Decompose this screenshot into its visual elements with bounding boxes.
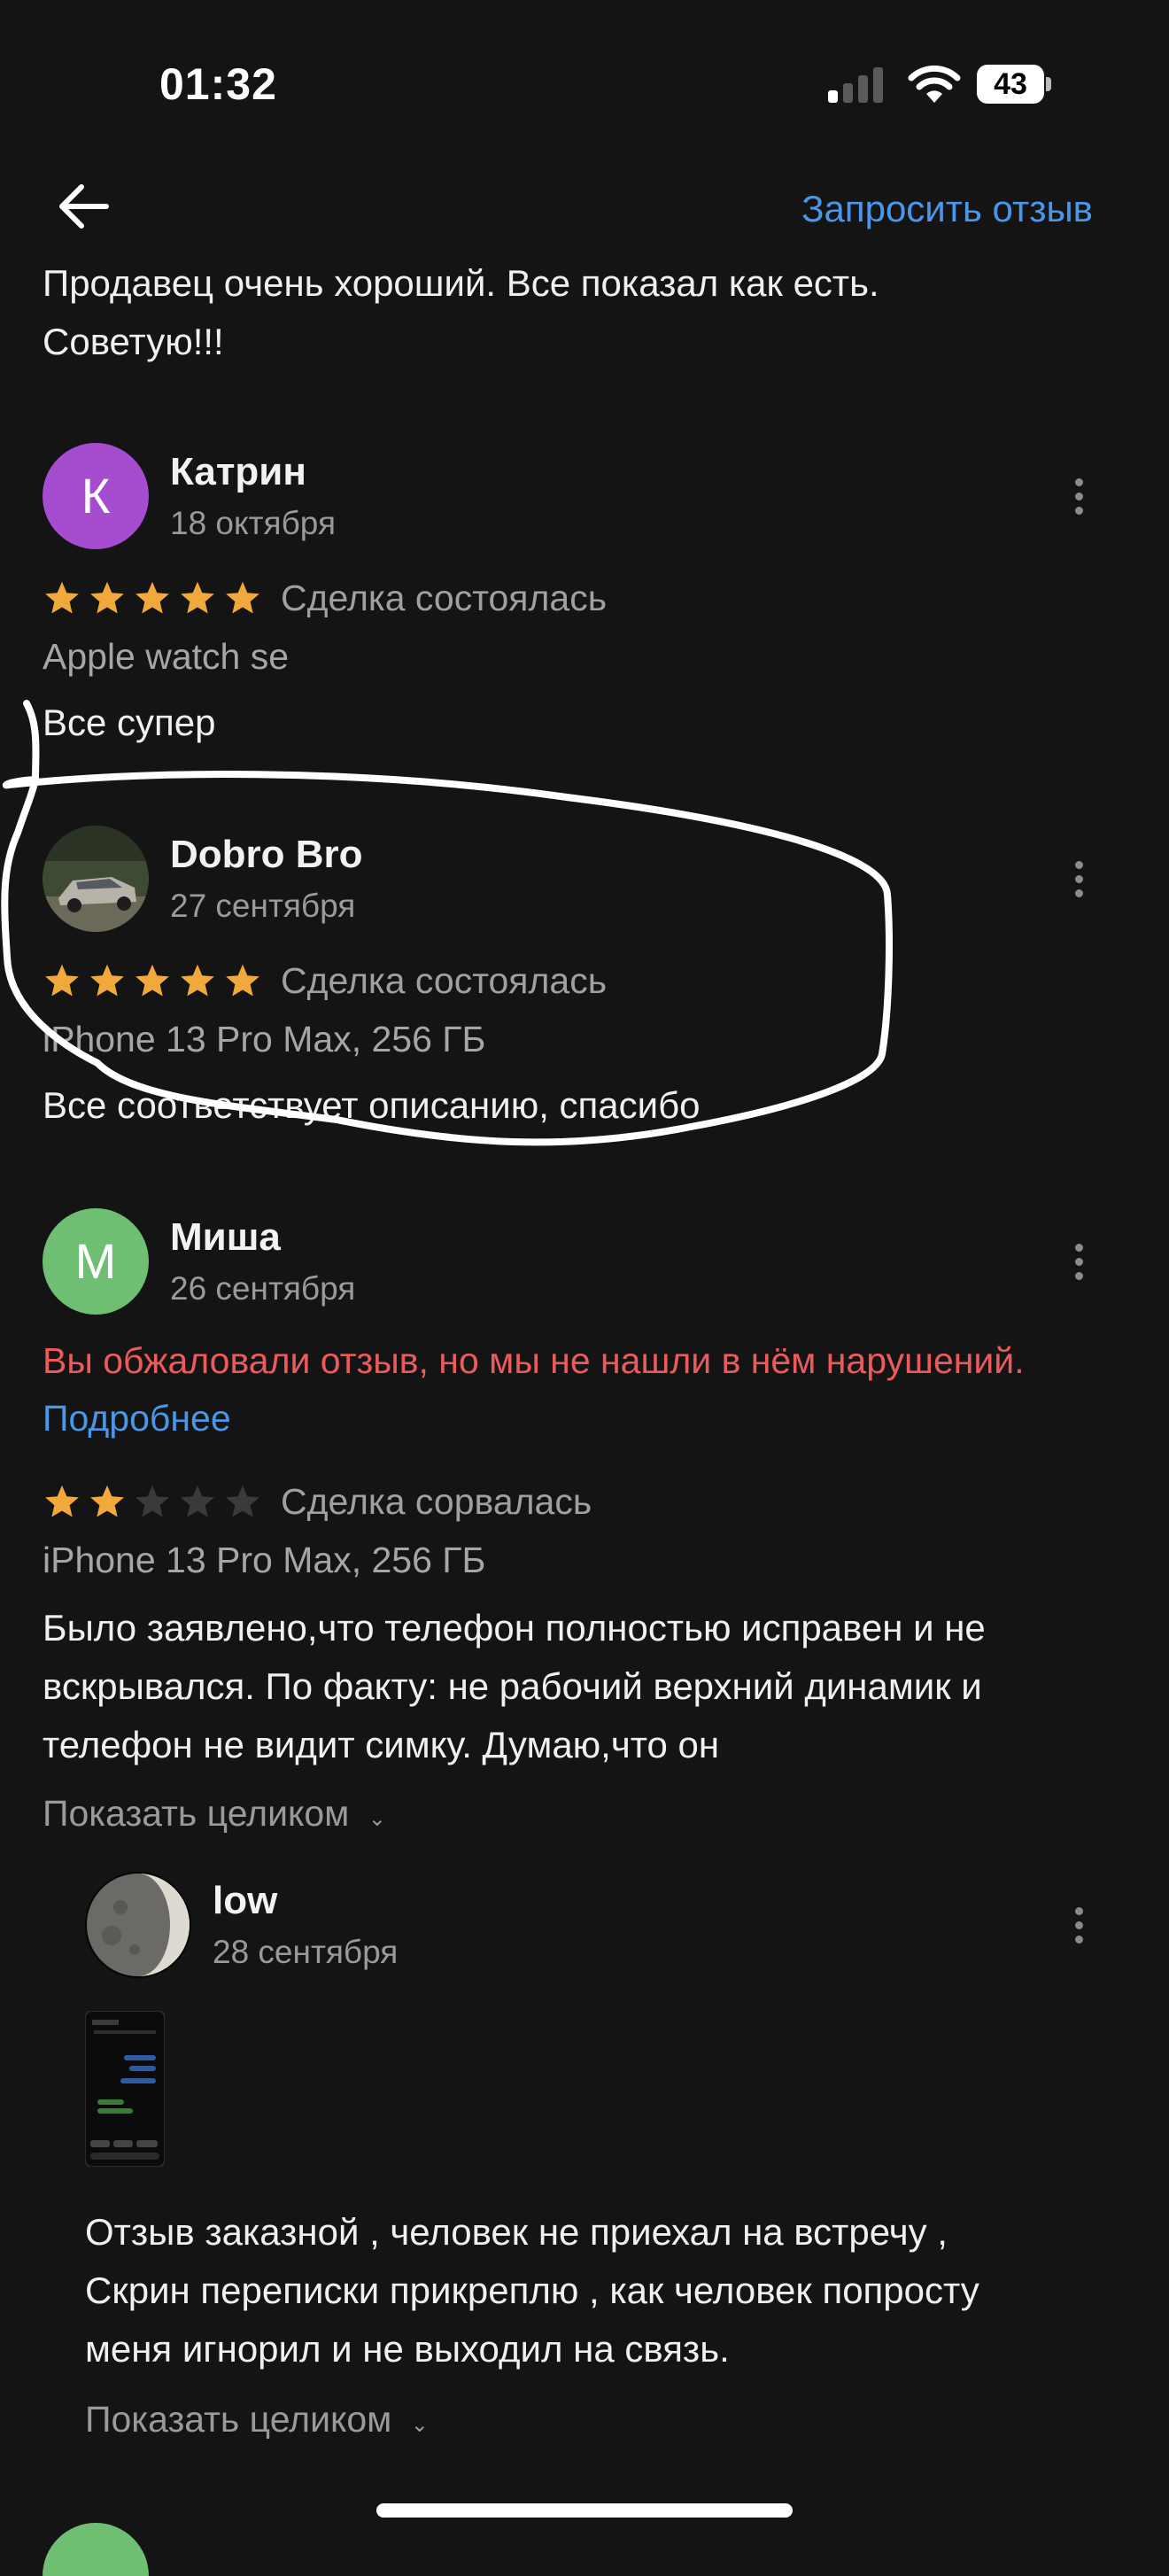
wifi-icon [908,65,961,103]
chevron-down-icon: ⌄ [368,1807,386,1831]
star-filled-icon [45,581,79,614]
status-time: 01:32 [159,59,277,109]
reply-text-line: меня игнорил и не выходил на связь. [85,2328,730,2370]
request-review-button[interactable]: Запросить отзыв [801,188,1093,230]
deal-status: Сделка состоялась [281,578,608,618]
avatar[interactable]: М [43,1208,149,1315]
review-text-line: вскрывался. По факту: не рабочий верхний… [43,1665,982,1707]
star-filled-icon [135,581,169,614]
review-text-line: Было заявлено,что телефон полностью испр… [43,1607,986,1649]
show-full-label: Показать целиком [85,2399,392,2440]
star-filled-icon [226,581,259,614]
star-filled-icon [90,1485,124,1517]
more-details-link[interactable]: Подробнее [43,1398,231,1439]
more-options-icon[interactable] [1061,852,1096,905]
hand-drawn-highlight-circle [1,700,893,1146]
review-text-line: Продавец очень хороший. Все показал как … [43,262,879,304]
chevron-down-icon: ⌄ [410,2413,429,2437]
more-options-icon[interactable] [1061,1235,1096,1288]
show-full-label: Показать целиком [43,1793,350,1834]
back-arrow-icon[interactable] [55,182,112,231]
battery-percentage: 43 [994,67,1027,101]
show-full-button[interactable]: Показать целиком ⌄ [85,2399,429,2440]
rating-stars [43,579,268,618]
reply-author-name[interactable]: low [213,1879,277,1923]
reply-text-line: Скрин переписки прикреплю , как человек … [85,2270,979,2311]
reply-text-line: Отзыв заказной , человек не приехал на в… [85,2211,948,2253]
review-date: 18 октября [170,505,336,541]
appeal-notice: Вы обжаловали отзыв, но мы не нашли в нё… [43,1340,1025,1381]
star-empty-icon [181,1485,214,1517]
reviewer-name[interactable]: Катрин [170,450,306,494]
star-filled-icon [45,1485,79,1517]
battery-icon: 43 [977,65,1053,104]
star-filled-icon [181,581,214,614]
rating-stars [43,1483,268,1522]
deal-status: Сделка сорвалась [281,1481,592,1522]
more-options-icon[interactable] [1061,469,1096,523]
review-date: 26 сентября [170,1270,356,1307]
home-indicator[interactable] [376,2503,793,2518]
avatar[interactable] [85,1872,191,1978]
item-title: Apple watch se [43,636,290,677]
avatar[interactable]: К [43,443,149,549]
star-filled-icon [90,581,124,614]
item-title: iPhone 13 Pro Max, 256 ГБ [43,1540,486,1580]
reply-date: 28 сентября [213,1934,399,1970]
review-text-line: телефон не видит симку. Думаю,что он [43,1724,720,1765]
star-empty-icon [226,1485,259,1517]
avatar[interactable] [43,2523,149,2576]
avatar-photo-moon [85,1872,191,1978]
more-options-icon[interactable] [1061,1898,1096,1951]
attachment-screenshot-thumbnail[interactable] [85,2011,165,2167]
reviewer-name[interactable]: Миша [170,1215,281,1260]
cellular-signal-icon [828,67,885,103]
show-full-button[interactable]: Показать целиком ⌄ [43,1793,386,1835]
star-empty-icon [135,1485,169,1517]
review-text-line: Советую!!! [43,321,224,362]
